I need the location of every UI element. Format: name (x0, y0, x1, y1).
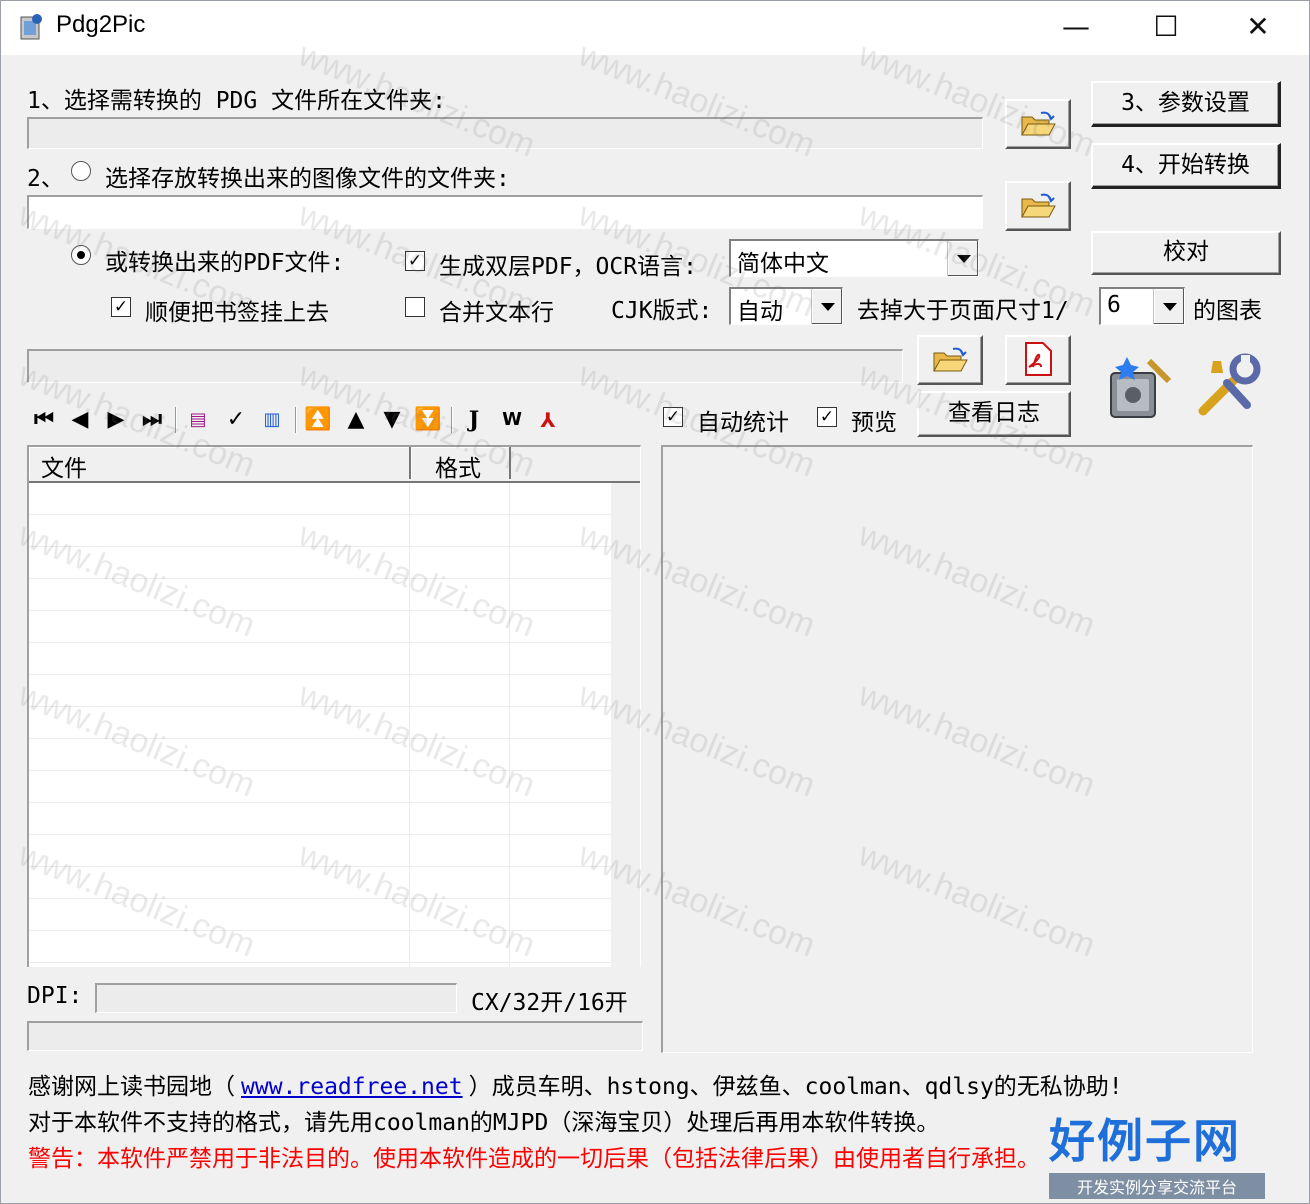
format-info: CX/32开/16开 (471, 990, 628, 1016)
cjk-layout-label: CJK版式: (611, 298, 713, 324)
file-list-header: 文件 格式 (29, 447, 640, 483)
file-list-body[interactable] (29, 483, 611, 967)
ocr-language-select[interactable]: 简体中文 (729, 239, 979, 277)
cjk-layout-value: 自动 (737, 299, 783, 325)
chevron-down-icon[interactable] (947, 241, 978, 276)
chevron-down-icon[interactable] (1153, 289, 1184, 324)
word-icon[interactable]: W (497, 405, 527, 435)
dpi-field[interactable] (95, 983, 457, 1013)
credits-prefix: 感谢网上读书园地（ (28, 1074, 235, 1100)
app-window: Pdg2Pic — ☐ ✕ 1、选择需转换的 PDG 文件所在文件夹: 2、 选… (0, 0, 1310, 1204)
pdf-file-icon (1025, 342, 1052, 376)
pdf-output-label: 或转换出来的PDF文件: (105, 250, 345, 276)
merge-lines-checkbox[interactable] (405, 297, 425, 317)
column-header-format[interactable]: 格式 (411, 447, 511, 482)
toolbar-separator (451, 407, 453, 433)
move-top-icon[interactable]: ⏫ (303, 405, 333, 435)
maximize-button[interactable]: ☐ (1121, 1, 1211, 55)
open-folder-icon (1021, 193, 1056, 218)
browse-output-button[interactable] (1005, 181, 1071, 231)
open-folder-icon (933, 347, 968, 372)
check-icon[interactable]: ✓ (221, 405, 251, 435)
export-page-icon[interactable]: ▥ (257, 405, 287, 435)
start-convert-button[interactable]: 4、开始转换 (1091, 143, 1281, 189)
credits-suffix: ）成员车明、hstong、伊兹鱼、coolman、qdlsy的无私协助! (468, 1074, 1123, 1100)
column-label-file: 文件 (41, 456, 87, 482)
toolbar-separator (175, 407, 177, 433)
tools-icon[interactable] (1197, 353, 1263, 417)
remove-graphics-suffix: 的图表 (1193, 298, 1262, 324)
window-title: Pdg2Pic (56, 11, 146, 38)
haolizi-logo: 好例子网 开发实例分享交流平台 (1049, 1105, 1265, 1199)
dpi-label: DPI: (27, 983, 83, 1009)
bookmark-label: 顺便把书签挂上去 (145, 300, 329, 326)
remove-ratio-select[interactable]: 6 (1099, 287, 1185, 325)
auto-stats-label: 自动统计 (697, 410, 789, 436)
column-header-file[interactable]: 文件 (29, 447, 411, 482)
remove-ratio-value: 6 (1107, 292, 1121, 318)
ocr-language-value: 简体中文 (737, 251, 829, 277)
column-label-format: 格式 (435, 456, 481, 482)
source-folder-field[interactable] (27, 117, 983, 149)
file-list[interactable]: 文件 格式 (27, 445, 641, 967)
view-log-button[interactable]: 查看日志 (917, 391, 1071, 437)
file-list-scroll-area[interactable] (611, 483, 640, 967)
progress-bar (27, 1021, 643, 1051)
step1-label: 1、选择需转换的 PDG 文件所在文件夹: (27, 88, 446, 114)
move-bottom-icon[interactable]: ⏬ (413, 405, 443, 435)
previous-icon[interactable]: ◀ (65, 405, 95, 435)
verify-button[interactable]: 校对 (1091, 231, 1281, 275)
close-button[interactable]: ✕ (1213, 1, 1303, 55)
readfree-link[interactable]: www.readfree.net (241, 1074, 463, 1100)
next-icon[interactable]: ▶ (101, 405, 131, 435)
auto-stats-checkbox[interactable]: ✓ (663, 407, 683, 427)
logo-sub-text: 开发实例分享交流平台 (1049, 1173, 1265, 1199)
step2-prefix: 2、 (27, 166, 64, 192)
move-down-icon[interactable]: ▼ (377, 405, 407, 435)
logo-main-text: 好例子网 (1049, 1114, 1241, 1168)
preview-label: 预览 (851, 410, 897, 436)
settings-button[interactable]: 3、参数设置 (1091, 81, 1281, 127)
remove-graphics-label: 去掉大于页面尺寸1/ (857, 298, 1069, 324)
credits-line: 感谢网上读书园地（ www.readfree.net ）成员车明、hstong、伊兹… (28, 1067, 1123, 1101)
browse-pdf-button[interactable] (917, 335, 983, 385)
merge-lines-label: 合并文本行 (439, 300, 554, 326)
image-folder-radio[interactable] (71, 161, 91, 181)
open-folder-icon (1021, 111, 1056, 136)
step2-label: 选择存放转换出来的图像文件的文件夹: (105, 166, 510, 192)
format-note: 对于本软件不支持的格式，请先用coolman的MJPD（深海宝贝）处理后再用本软… (28, 1110, 940, 1136)
wizard-safe-icon[interactable] (1105, 353, 1175, 423)
legal-warning: 警告：本软件严禁用于非法目的。使用本软件造成的一切后果（包括法律后果）由使用者自… (28, 1146, 1040, 1172)
last-icon[interactable]: ⏭ (137, 405, 167, 435)
preview-panel (661, 445, 1253, 1053)
toolbar-separator (295, 407, 297, 433)
minimize-button[interactable]: — (1031, 1, 1121, 55)
pdf-output-radio[interactable] (71, 245, 91, 265)
output-folder-field[interactable] (27, 195, 983, 229)
preview-checkbox[interactable]: ✓ (817, 407, 837, 427)
pdf-output-path-field[interactable] (27, 349, 903, 383)
first-icon[interactable]: ⏮ (29, 405, 59, 435)
open-pdf-button[interactable] (1005, 335, 1071, 385)
bookmark-checkbox[interactable]: ✓ (111, 297, 131, 317)
app-icon (20, 14, 42, 40)
chevron-down-icon[interactable] (811, 289, 842, 324)
acrobat-icon[interactable]: ⅄ (533, 405, 563, 435)
browse-source-button[interactable] (1005, 99, 1071, 149)
cjk-layout-select[interactable]: 自动 (729, 287, 843, 325)
text-j-icon[interactable]: J (459, 405, 489, 435)
dual-layer-pdf-label: 生成双层PDF，OCR语言: (439, 254, 697, 280)
dual-layer-pdf-checkbox[interactable]: ✓ (405, 251, 425, 271)
move-up-icon[interactable]: ▲ (341, 405, 371, 435)
edit-page-icon[interactable]: ▤ (183, 405, 213, 435)
title-bar: Pdg2Pic — ☐ ✕ (1, 1, 1309, 55)
